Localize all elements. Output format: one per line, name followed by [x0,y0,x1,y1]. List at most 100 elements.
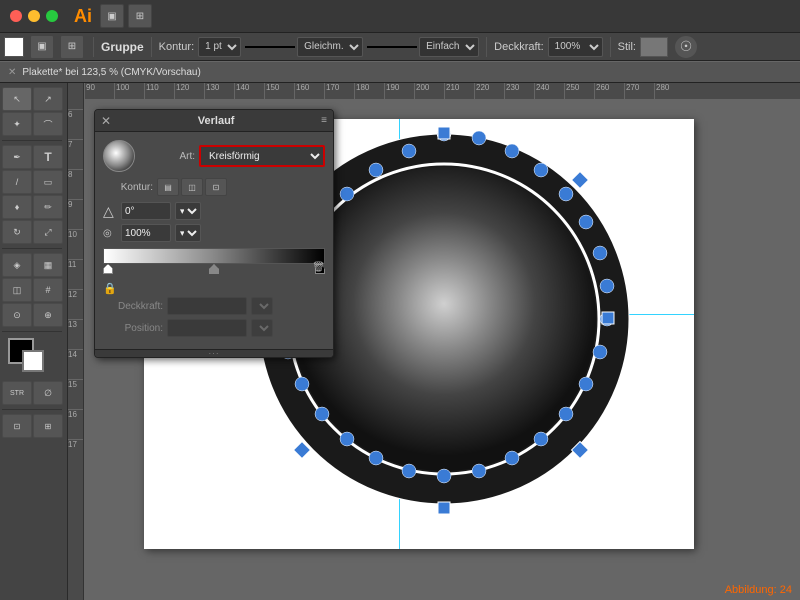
ruler-tick: 130 [204,83,219,99]
gradient-bar-container: 🗑 [103,248,325,274]
background-swatch[interactable] [22,350,44,372]
main-toolbar: ▣ ⊞ Gruppe Kontur: 1 pt Gleichm. Einfach… [0,33,800,61]
ruler-horizontal: 90 100 110 120 130 140 150 160 170 180 1… [84,83,800,99]
chart-tool[interactable]: ▦ [33,253,63,277]
art-type-select[interactable]: Kreisförmig Linear [199,145,325,167]
select-tool[interactable]: ↖ [2,87,32,111]
app-logo: Ai [68,6,98,27]
deckkraft-disabled-label: Deckkraft: [103,301,163,312]
angle-row: △ ▾ [103,202,325,220]
kontur-btn-1[interactable]: ▤ [157,178,179,196]
v-tick: 7 [68,139,84,149]
minimize-button[interactable] [28,10,40,22]
tools-panel: ↖ ↗ ✦ ⌒ ✒ T / ▭ ♦ ✏ ↻ ⤢ ◈ ▦ ◫ [0,83,68,600]
gradient-panel-menu-icon[interactable]: ≡ [321,115,327,126]
angle-input[interactable] [121,202,171,220]
pencil-tool[interactable]: ✏ [33,195,63,219]
ruler-tick: 90 [84,83,95,99]
v-tick: 17 [68,439,84,449]
gradient-panel-resize-handle[interactable]: ··· [95,349,333,357]
kontur-label: Kontur: [159,41,194,53]
deckkraft-disabled-row: Deckkraft: ▾ [103,297,325,315]
magic-wand-tool[interactable]: ✦ [2,112,32,136]
maximize-button[interactable] [46,10,58,22]
scale-input[interactable] [121,224,171,242]
ruler-tick: 100 [114,83,129,99]
ruler-tick: 270 [624,83,639,99]
opacity-icon[interactable]: ☉ [674,35,698,59]
separator [93,37,94,57]
kontur-btn-2[interactable]: ◫ [181,178,203,196]
deckkraft-select[interactable]: 100% [548,37,603,57]
sep4 [610,37,611,57]
position-disabled-label: Position: [103,323,163,334]
gradient-bar[interactable] [103,248,325,264]
change-mode-btn[interactable]: ⊞ [33,414,63,438]
traffic-lights [0,10,68,22]
screen-mode-btn[interactable]: ⊡ [2,414,32,438]
line-tool[interactable]: / [2,170,32,194]
tool-row-1: ↖ ↗ [2,87,65,111]
gradient-tool[interactable]: ◫ [2,278,32,302]
tool-row-10: ⊡ ⊞ [2,414,65,438]
zoom-tool[interactable]: ⊕ [33,303,63,327]
canvas-area: 90 100 110 120 130 140 150 160 170 180 1… [68,83,800,600]
lock-icon[interactable]: 🔒 [103,282,117,295]
stroke-box-icon[interactable]: ▣ [30,35,54,59]
doc-icon[interactable]: ▣ [100,4,124,28]
kontur-select[interactable]: 1 pt [198,37,241,57]
ruler-tick: 240 [534,83,549,99]
type-tool[interactable]: T [33,145,63,169]
angle-dropdown[interactable]: ▾ [175,202,201,220]
tool-row-7: ◈ ▦ [2,253,65,277]
close-button[interactable] [10,10,22,22]
tool-row-9: ⊙ ⊕ [2,303,65,327]
eyedropper-tool[interactable]: ⊙ [2,303,32,327]
stil-label: Stil: [618,41,636,53]
paintbrush-tool[interactable]: ♦ [2,195,32,219]
kontur-btn-3[interactable]: ⊡ [205,178,227,196]
tool-row-6: ↻ ⤢ [2,220,65,244]
blend-tool[interactable]: ◈ [2,253,32,277]
scale-icon: ◎ [103,228,117,239]
arrangement-icon[interactable]: ⊞ [60,35,84,59]
grad-stop-white[interactable] [103,264,113,274]
scale-tool[interactable]: ⤢ [33,220,63,244]
v-tick: 15 [68,379,84,389]
ruler-tick: 250 [564,83,579,99]
doc-close[interactable]: ✕ [8,67,16,78]
sep3 [486,37,487,57]
color-swatch-area [4,338,64,378]
doc-title: Plakette* bei 123,5 % (CMYK/Vorschau) [22,67,200,78]
stroke-style2-select[interactable]: Einfach [419,37,479,57]
rectangle-tool[interactable]: ▭ [33,170,63,194]
ruler-tick: 220 [474,83,489,99]
scale-dropdown[interactable]: ▾ [175,224,201,242]
ruler-tick: 230 [504,83,519,99]
document-tab[interactable]: ✕ Plakette* bei 123,5 % (CMYK/Vorschau) [0,61,800,83]
gradient-panel-close[interactable]: ✕ [101,114,111,128]
v-tick: 10 [68,229,84,239]
rotate-tool[interactable]: ↻ [2,220,32,244]
none-btn[interactable]: ∅ [33,381,63,405]
stroke-btn[interactable]: STR [2,381,32,405]
tool-row-4: / ▭ [2,170,65,194]
delete-stop-icon[interactable]: 🗑 [312,262,325,273]
ruler-tick: 170 [324,83,339,99]
lasso-tool[interactable]: ⌒ [33,112,63,136]
pen-tool[interactable]: ✒ [2,145,32,169]
fill-color-swatch[interactable] [4,37,24,57]
separator2 [151,37,152,57]
ruler-tick: 120 [174,83,189,99]
grad-stop-mid[interactable] [209,264,219,274]
position-disabled-row: Position: ▾ [103,319,325,337]
stroke-style1-select[interactable]: Gleichm. [297,37,363,57]
layout-icon[interactable]: ⊞ [128,4,152,28]
canvas-with-ruler: 6 7 8 9 10 11 12 13 14 15 16 17 [68,99,800,600]
ruler-corner [68,83,84,99]
ruler-tick: 260 [594,83,609,99]
direct-select-tool[interactable]: ↗ [33,87,63,111]
tool-sep-3 [2,331,62,332]
mesh-tool[interactable]: # [33,278,63,302]
stil-swatch[interactable] [640,37,668,57]
